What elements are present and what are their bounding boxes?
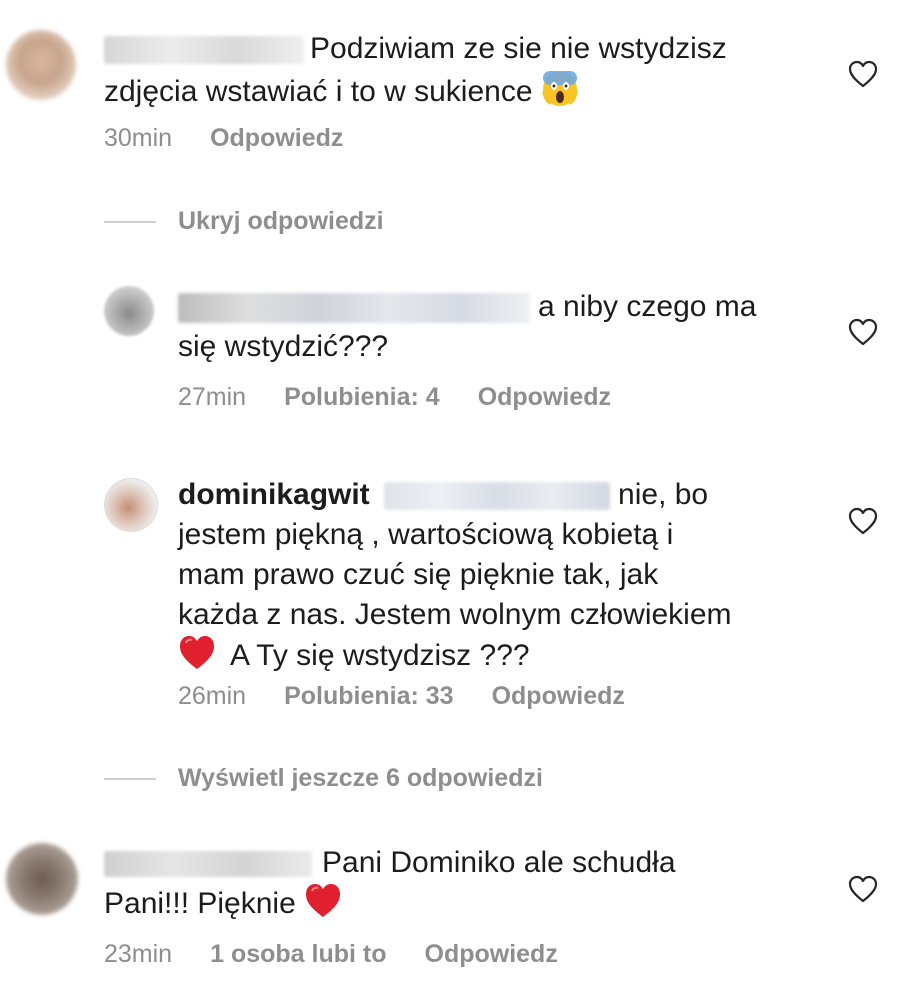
comment-line: zdjęcia wstawiać i to w sukience bbox=[104, 75, 533, 108]
comment-meta: 26min Polubienia: 33 Odpowiedz bbox=[178, 682, 663, 711]
redacted-username bbox=[178, 293, 530, 324]
comment-time: 26min bbox=[178, 682, 247, 710]
comment-time: 30min bbox=[104, 124, 173, 152]
reply-button[interactable]: Odpowiedz bbox=[210, 124, 343, 152]
divider-line bbox=[104, 221, 156, 223]
likes-count[interactable]: 1 osoba lubi to bbox=[210, 940, 386, 968]
comment-line: każda z nas. Jestem wolnym człowiekiem bbox=[178, 598, 732, 631]
show-more-replies-button[interactable]: Wyświetl jeszcze 6 odpowiedzi bbox=[178, 764, 543, 793]
comment-line: jestem piękną , wartościową kobietą i bbox=[178, 518, 674, 551]
avatar[interactable] bbox=[104, 478, 158, 532]
comment-text: a niby czego ma się wstydzić??? bbox=[178, 287, 838, 367]
red-heart-emoji bbox=[304, 883, 342, 930]
comment-line: Pani!!! Pięknie bbox=[104, 887, 296, 920]
screaming-face-emoji bbox=[541, 69, 579, 118]
comment-username[interactable]: dominikagwit bbox=[178, 478, 370, 511]
redacted-mention bbox=[384, 482, 611, 511]
comment-line: się wstydzić??? bbox=[178, 330, 389, 363]
comment-meta: 27min Polubienia: 4 Odpowiedz bbox=[178, 383, 649, 412]
comment-text: dominikagwit nie, bo jestem piękną , war… bbox=[178, 475, 858, 682]
comment-text: Podziwiam ze sie nie wstydzisz zdjęcia w… bbox=[104, 29, 804, 118]
comment-line: mam prawo czuć się pięknie tak, jak bbox=[178, 558, 659, 591]
comment-line: Podziwiam ze sie nie wstydzisz bbox=[310, 32, 727, 65]
reply-button[interactable]: Odpowiedz bbox=[425, 940, 558, 968]
comment-line: Pani Dominiko ale schudła bbox=[322, 846, 676, 879]
comment-time: 23min bbox=[104, 940, 173, 968]
like-heart-icon[interactable] bbox=[848, 60, 878, 88]
comment-meta: 23min 1 osoba lubi to Odpowiedz bbox=[104, 940, 596, 969]
redacted-username bbox=[104, 851, 312, 878]
comment-time: 27min bbox=[178, 383, 247, 411]
likes-count[interactable]: Polubienia: 33 bbox=[284, 682, 453, 710]
avatar[interactable] bbox=[6, 843, 78, 915]
comment-line: nie, bo bbox=[618, 478, 709, 511]
reply-button[interactable]: Odpowiedz bbox=[478, 383, 611, 411]
like-heart-icon[interactable] bbox=[848, 318, 878, 346]
avatar[interactable] bbox=[104, 286, 154, 336]
reply-button[interactable]: Odpowiedz bbox=[492, 682, 625, 710]
comment-line: a niby czego ma bbox=[538, 290, 757, 323]
like-heart-icon[interactable] bbox=[848, 507, 878, 535]
red-heart-emoji bbox=[178, 635, 216, 682]
like-heart-icon[interactable] bbox=[848, 875, 878, 903]
likes-count[interactable]: Polubienia: 4 bbox=[284, 383, 440, 411]
redacted-username bbox=[104, 36, 304, 65]
comment-meta: 30min Odpowiedz bbox=[104, 124, 381, 153]
comment-text: Pani Dominiko ale schudła Pani!!! Piękni… bbox=[104, 843, 824, 930]
hide-replies-button[interactable]: Ukryj odpowiedzi bbox=[178, 207, 384, 236]
avatar[interactable] bbox=[6, 30, 76, 100]
divider-line bbox=[104, 778, 156, 780]
comment-line: A Ty się wstydzisz ??? bbox=[230, 639, 530, 672]
